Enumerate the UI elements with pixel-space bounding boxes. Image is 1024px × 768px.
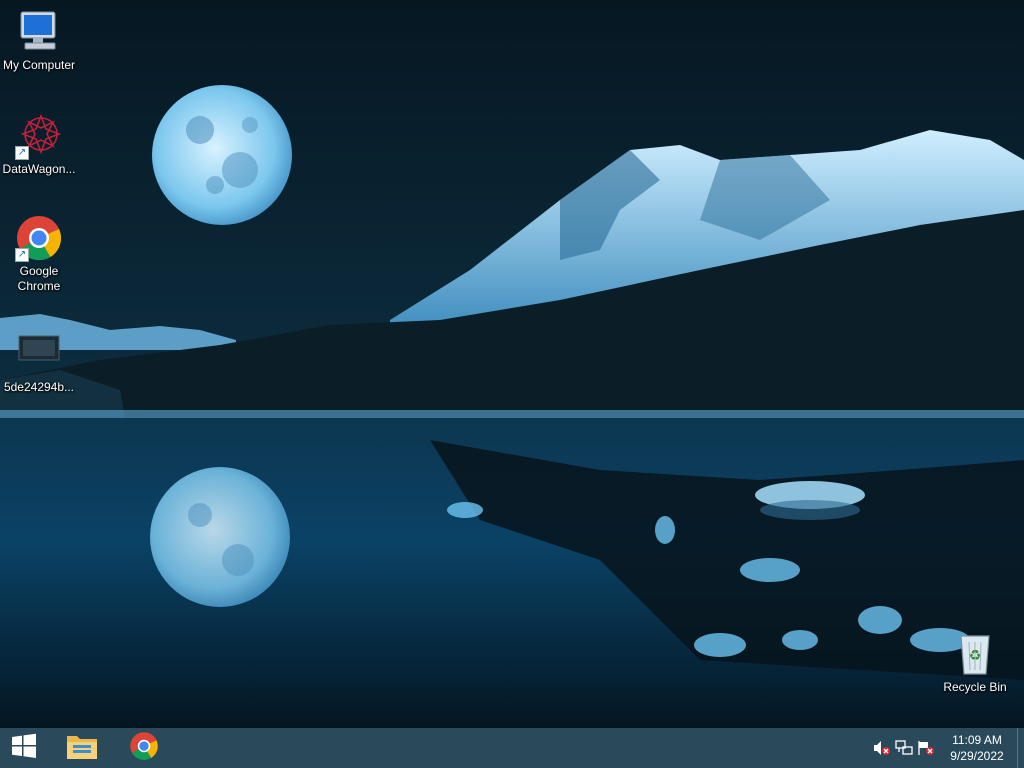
show-desktop-button[interactable]: [1017, 728, 1024, 768]
computer-icon: [15, 8, 63, 56]
moon-reflection: [150, 467, 290, 607]
chrome-icon: ↗: [15, 214, 63, 262]
desktop-icon-google-chrome[interactable]: ↗ Google Chrome: [0, 214, 78, 294]
moon: [152, 85, 292, 225]
desktop-icon-my-computer[interactable]: My Computer: [0, 8, 78, 73]
chrome-icon: [129, 731, 159, 766]
desktop-icon-image-file[interactable]: 5de24294b...: [0, 330, 78, 395]
desktop-icon-datawagon[interactable]: ↗ DataWagon...: [0, 112, 78, 177]
file-explorer-icon: [65, 731, 99, 766]
action-center-icon[interactable]: [915, 737, 937, 759]
shortcut-arrow-icon: ↗: [15, 248, 29, 262]
desktop-icon-label: Recycle Bin: [943, 680, 1007, 694]
start-button[interactable]: [0, 728, 48, 768]
volume-muted-icon[interactable]: [871, 737, 893, 759]
desktop-icon-label: Google Chrome: [17, 264, 61, 293]
desktop-icon-label: 5de24294b...: [3, 380, 75, 394]
datawagon-icon: ↗: [15, 112, 63, 160]
taskbar: 11:09 AM 9/29/2022: [0, 728, 1024, 768]
svg-text:♻: ♻: [969, 648, 982, 664]
recycle-bin-icon: ♻: [951, 630, 999, 678]
desktop-wallpaper: [0, 0, 1024, 728]
shortcut-arrow-icon: ↗: [15, 146, 29, 160]
clock-date: 9/29/2022: [950, 749, 1004, 763]
desktop-icon-recycle-bin[interactable]: ♻ Recycle Bin: [936, 630, 1014, 695]
file-thumbnail-icon: [15, 330, 63, 378]
taskbar-chrome-button[interactable]: [116, 728, 172, 768]
desktop-icon-label: DataWagon...: [2, 162, 76, 176]
network-icon[interactable]: [893, 737, 915, 759]
clock-time: 11:09 AM: [952, 733, 1002, 747]
system-tray: 11:09 AM 9/29/2022: [871, 728, 1024, 768]
taskbar-file-explorer-button[interactable]: [54, 728, 110, 768]
desktop-icon-label: My Computer: [2, 58, 76, 72]
clock[interactable]: 11:09 AM 9/29/2022: [937, 732, 1017, 764]
windows-start-icon: [11, 733, 37, 764]
